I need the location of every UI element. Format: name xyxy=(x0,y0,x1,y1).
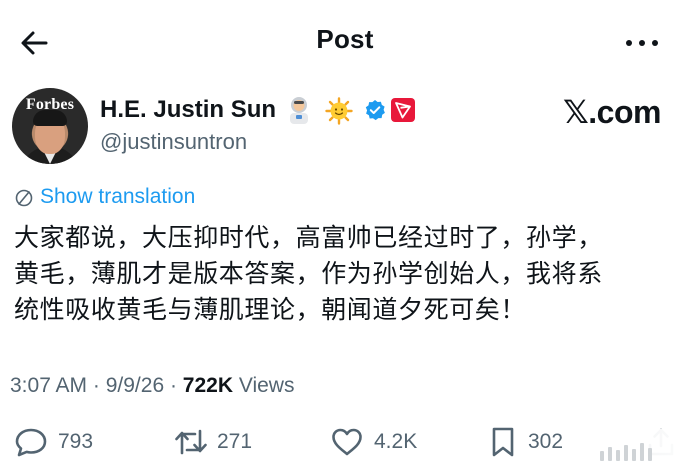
post-text-line: 黄毛，薄肌才是版本答案，作为孙学创始人，我将系 xyxy=(14,259,603,288)
meta-separator: · xyxy=(164,374,183,397)
post-time[interactable]: 3:07 AM xyxy=(10,374,87,397)
meta-separator: · xyxy=(87,374,106,397)
more-options-button[interactable] xyxy=(624,36,660,50)
top-bar: Post xyxy=(0,0,690,84)
heart-icon xyxy=(332,428,362,456)
more-horizontal-icon xyxy=(626,40,658,46)
sun-emoji-icon xyxy=(325,97,353,125)
author-name[interactable]: H.E. Justin Sun xyxy=(100,96,276,124)
post-meta: 3:07 AM · 9/9/26 · 722K Views xyxy=(10,374,294,398)
views-count: 722K xyxy=(182,374,233,397)
author-handle[interactable]: @justinsuntron xyxy=(100,129,247,155)
astronaut-emoji-icon xyxy=(290,97,308,124)
bookmark-count: 302 xyxy=(528,430,564,453)
post-date[interactable]: 9/9/26 xyxy=(106,374,164,397)
views-label: Views xyxy=(233,374,295,397)
signal-bars-icon xyxy=(600,443,652,461)
tron-logo-icon xyxy=(391,98,415,122)
translation-label: Show translation xyxy=(40,185,196,208)
site-watermark: 𝕏.com xyxy=(563,94,661,130)
bookmark-icon xyxy=(492,427,514,457)
reply-count: 793 xyxy=(58,430,94,453)
post-page: Post Forbes H.E. Justin Sun @justinsuntr… xyxy=(0,0,690,466)
repost-icon xyxy=(175,429,207,455)
page-title: Post xyxy=(316,24,374,54)
reply-icon xyxy=(15,428,47,457)
avatar-logo-text: Forbes xyxy=(25,96,75,113)
post-text: 大家都说，大压抑时代，高富帅已经过时了，孙学， 黄毛，薄肌才是版本答案，作为孙学… xyxy=(14,220,680,328)
post-text-line: 统性吸收黄毛与薄肌理论，朝闻道夕死可矣！ xyxy=(14,295,527,324)
post-text-line: 大家都说，大压抑时代，高富帅已经过时了，孙学， xyxy=(14,223,603,252)
globe-icon xyxy=(15,189,33,207)
repost-count: 271 xyxy=(217,430,253,453)
like-count: 4.2K xyxy=(374,430,418,453)
avatar[interactable]: Forbes xyxy=(12,88,88,164)
verified-badge-icon xyxy=(365,100,385,121)
